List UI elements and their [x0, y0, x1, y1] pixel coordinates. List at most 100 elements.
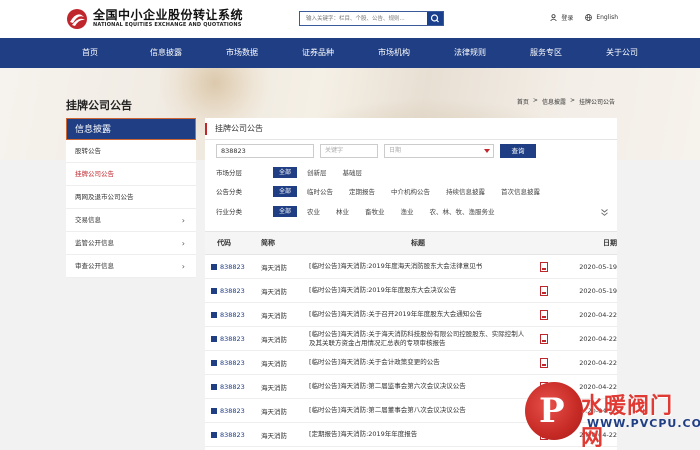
- login-link[interactable]: 登录: [550, 13, 573, 22]
- chevron-right-icon: ›: [181, 262, 185, 271]
- cell-code-value[interactable]: 838823: [220, 287, 245, 295]
- breadcrumb-disclosure[interactable]: 信息披露: [542, 97, 566, 106]
- cell-code[interactable]: 838823: [205, 407, 261, 415]
- caret-down-icon: [484, 149, 490, 153]
- cell-code[interactable]: 838823: [205, 287, 261, 295]
- sidebar-item-label: 两网及退市公司公告: [75, 193, 134, 201]
- sidebar-item-label: 股转公告: [75, 147, 101, 155]
- sidebar-item-supervision-info[interactable]: 监管公开信息 ›: [66, 232, 196, 255]
- expand-filters-icon[interactable]: [600, 208, 609, 219]
- filter-option[interactable]: 首次信息披露: [501, 186, 540, 196]
- query-button[interactable]: 查询: [500, 144, 536, 158]
- cell-title[interactable]: [临时公告]海天消防:关于召开2019年年度股东大会通知公告: [309, 310, 527, 319]
- site-logo[interactable]: 全国中小企业股份转让系统 NATIONAL EQUITIES EXCHANGE …: [66, 8, 243, 30]
- nav-item-disclosure[interactable]: 信息披露: [128, 38, 204, 68]
- cell-name: 海天消防: [261, 263, 287, 272]
- filter-option[interactable]: 定期报告: [349, 186, 375, 196]
- nav-item-about[interactable]: 关于公司: [584, 38, 660, 68]
- filter-option[interactable]: 持续信息披露: [446, 186, 485, 196]
- filter-all-button[interactable]: 全部: [273, 185, 297, 197]
- globe-icon: [585, 14, 593, 21]
- stock-code-input[interactable]: 838823: [216, 144, 314, 158]
- filter-option[interactable]: 基础层: [343, 167, 363, 177]
- cell-code-value[interactable]: 838823: [220, 335, 245, 343]
- cell-title[interactable]: [临时公告]海天消防:第二届董事会第八次会议决议公告: [309, 406, 527, 415]
- sidebar-item-delisted-notices[interactable]: 两网及退市公司公告: [66, 186, 196, 209]
- search-input[interactable]: [300, 12, 425, 25]
- filter-option[interactable]: 畜牧业: [365, 206, 385, 216]
- cell-code-value[interactable]: 838823: [220, 263, 245, 271]
- stock-icon: [211, 383, 217, 390]
- cell-name: 海天消防: [261, 383, 287, 392]
- cell-title[interactable]: [临时公告]海天消防:2019年度海天消防股东大会法律意见书: [309, 262, 527, 271]
- filter-option[interactable]: 农、林、牧、渔服务业: [430, 206, 495, 216]
- cell-date: 2020-05-19: [579, 262, 617, 271]
- cell-code-value[interactable]: 838823: [220, 431, 245, 439]
- search-button[interactable]: [427, 12, 443, 25]
- filter-all-button[interactable]: 全部: [273, 205, 297, 217]
- cell-code[interactable]: 838823: [205, 263, 261, 271]
- stock-icon: [211, 263, 217, 270]
- pdf-icon[interactable]: [540, 357, 548, 368]
- table-header: 代码 简称 标题 日期: [205, 231, 617, 255]
- nav-item-services[interactable]: 服务专区: [508, 38, 584, 68]
- nav-item-home[interactable]: 首页: [52, 38, 128, 68]
- filter-option[interactable]: 渔业: [401, 206, 414, 216]
- pdf-icon[interactable]: [540, 261, 548, 272]
- sidebar-item-review-info[interactable]: 审查公开信息 ›: [66, 255, 196, 278]
- filter-label: 市场分层: [216, 169, 242, 177]
- pdf-icon[interactable]: [540, 309, 548, 320]
- cell-title[interactable]: [临时公告]海天消防:关于会计政策变更的公告: [309, 358, 527, 367]
- filter-option[interactable]: 林业: [336, 206, 349, 216]
- cell-title[interactable]: [临时公告]海天消防:关于海天消防科技股份有限公司控股股东、实际控制人及其关联方…: [309, 330, 527, 348]
- column-header-title: 标题: [411, 238, 425, 247]
- keyword-input[interactable]: 关键字: [320, 144, 378, 158]
- filter-option[interactable]: 临时公告: [307, 186, 333, 196]
- cell-code-value[interactable]: 838823: [220, 407, 245, 415]
- table-row[interactable]: 838823 海天消防 [临时公告]海天消防:关于会计政策变更的公告 2020-04-…: [205, 351, 617, 375]
- watermark-text-en: WWW.PVCPU.COM: [587, 417, 700, 430]
- filter-option[interactable]: 创新层: [307, 167, 327, 177]
- cell-date: 2020-04-22: [579, 358, 617, 367]
- table-row[interactable]: 838823 海天消防 [临时公告]海天消防:关于召开2019年年度股东大会通知公告…: [205, 303, 617, 327]
- cell-code[interactable]: 838823: [205, 335, 261, 343]
- search-icon: [430, 14, 439, 23]
- pdf-icon[interactable]: [540, 333, 548, 344]
- cell-code-value[interactable]: 838823: [220, 359, 245, 367]
- cell-code[interactable]: 838823: [205, 431, 261, 439]
- breadcrumb-home[interactable]: 首页: [517, 97, 529, 106]
- filter-option[interactable]: 中介机构公告: [391, 186, 430, 196]
- table-row[interactable]: 838823 海天消防 [临时公告]海天消防:2019年年度股东大会决议公告 2020…: [205, 279, 617, 303]
- sidebar-item-exchange-notices[interactable]: 股转公告: [66, 140, 196, 163]
- filter-option[interactable]: 农业: [307, 206, 320, 216]
- sidebar-item-listed-company-notices[interactable]: 挂牌公司公告: [66, 163, 196, 186]
- filter-label: 行业分类: [216, 208, 242, 216]
- table-row[interactable]: 838823 海天消防 [临时公告]海天消防:关于海天消防科技股份有限公司控股股东、…: [205, 327, 617, 351]
- pdf-icon[interactable]: [540, 285, 548, 296]
- panel-header: 挂牌公司公告: [205, 118, 617, 140]
- sidebar-title: 信息披露: [66, 118, 196, 140]
- date-select[interactable]: 日期: [384, 144, 494, 158]
- cell-pdf: [527, 309, 561, 320]
- cell-code-value[interactable]: 838823: [220, 383, 245, 391]
- cell-code[interactable]: 838823: [205, 383, 261, 391]
- cell-code[interactable]: 838823: [205, 311, 261, 319]
- language-link[interactable]: English: [585, 14, 618, 21]
- cell-code[interactable]: 838823: [205, 359, 261, 367]
- cell-pdf: [527, 333, 561, 344]
- filter-all-button[interactable]: 全部: [273, 166, 297, 178]
- sidebar-item-trading-info[interactable]: 交易信息 ›: [66, 209, 196, 232]
- cell-title[interactable]: [临时公告]海天消防:第二届监事会第六次会议决议公告: [309, 382, 527, 391]
- cell-code-value[interactable]: 838823: [220, 311, 245, 319]
- watermark-logo-letter: P: [539, 391, 565, 431]
- nav-item-market-data[interactable]: 市场数据: [204, 38, 280, 68]
- user-icon: [550, 14, 558, 21]
- cell-title[interactable]: [临时公告]海天消防:2019年年度股东大会决议公告: [309, 286, 527, 295]
- cell-title[interactable]: [定期报告]海天消防:2019年年度报告: [309, 430, 527, 439]
- table-row[interactable]: 838823 海天消防 [临时公告]海天消防:2019年度海天消防股东大会法律意见书…: [205, 255, 617, 279]
- cell-date: 2020-04-22: [579, 310, 617, 319]
- nav-item-rules[interactable]: 法律规则: [432, 38, 508, 68]
- nav-item-institutions[interactable]: 市场机构: [356, 38, 432, 68]
- nav-item-securities[interactable]: 证券品种: [280, 38, 356, 68]
- chevron-right-icon: ›: [181, 216, 185, 225]
